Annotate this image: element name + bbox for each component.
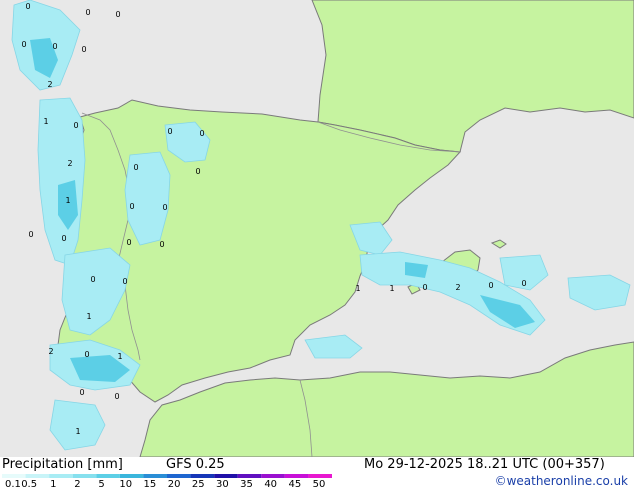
precip-value-label: 0 [79,388,84,397]
precip-value-label: 1 [389,284,394,293]
legend-swatch [261,474,285,478]
legend-label: 30 [216,479,229,488]
legend-swatch [214,474,238,478]
precip-value-label: 2 [455,283,460,292]
precip-value-label: 0 [521,279,526,288]
legend-swatch [119,474,144,478]
precip-value-label: 1 [86,312,91,321]
legend-swatch [2,474,26,478]
legend-swatch [49,474,73,478]
precip-value-label: 0 [81,45,86,54]
precip-value-label: 2 [67,159,72,168]
legend-label: 45 [288,479,301,488]
precip-value-label: 1 [75,427,80,436]
legend-swatch [284,474,309,478]
precip-value-label: 0 [167,127,172,136]
precip-value-label: 0 [122,277,127,286]
legend-swatch [167,474,191,478]
map-footer: Precipitation [mm] GFS 0.25 Mo 29-12-202… [0,457,634,490]
precip-value-label: 1 [355,284,360,293]
precip-value-label: 0 [115,10,120,19]
precip-value-label: 0 [21,40,26,49]
legend-label: 35 [240,479,253,488]
legend-swatch [237,474,262,478]
legend-label: 25 [192,479,205,488]
forecast-datetime: Mo 29-12-2025 18..21 UTC (00+357) [364,457,605,472]
legend-color-scale: 0.1 0.5 1 2 5 10 15 20 25 30 35 40 45 50 [2,474,332,488]
legend-label: 5 [98,479,104,488]
legend-swatch [96,474,120,478]
precip-value-label: 0 [28,230,33,239]
credit-link[interactable]: ©weatheronline.co.uk [495,474,628,488]
precip-value-label: 1 [65,196,70,205]
legend-swatch [143,474,167,478]
legend-label: 50 [313,479,326,488]
precip-value-label: 0 [25,2,30,11]
precip-value-label: 0 [129,202,134,211]
precip-value-labels: 0 0 0 0 0 2 0 1 0 2 1 0 0 0 0 0 0 0 0 0 0 0 0 1 2 0 1 0 0 1 1 1 0 2 0 0 [21,2,526,436]
precip-value-label: 0 [61,234,66,243]
precip-value-label: 2 [48,347,53,356]
precip-value-label: 0 [84,350,89,359]
precip-value-label: 0 [422,283,427,292]
legend-label: 0.5 [21,479,37,488]
precip-value-label: 2 [47,80,52,89]
legend-swatch [190,474,215,478]
model-name: GFS 0.25 [166,457,225,472]
precip-value-label: 0 [162,203,167,212]
precip-value-label: 0 [126,238,131,247]
legend-swatch [25,474,50,478]
precip-value-label: 0 [133,163,138,172]
legend-label: 1 [50,479,56,488]
map-title: Precipitation [mm] [2,457,123,472]
legend-label: 0.1 [5,479,21,488]
precip-value-label: 0 [73,121,78,130]
legend-label: 40 [264,479,277,488]
precip-value-label: 0 [199,129,204,138]
precip-value-label: 0 [114,392,119,401]
precip-value-label: 0 [90,275,95,284]
precip-value-label: 0 [52,42,57,51]
precip-value-label: 0 [85,8,90,17]
precip-value-label: 1 [117,352,122,361]
precip-value-label: 1 [43,117,48,126]
precip-value-label: 0 [195,167,200,176]
precip-value-label: 0 [159,240,164,249]
legend-label: 20 [168,479,181,488]
legend-label: 10 [119,479,132,488]
precip-value-label: 0 [488,281,493,290]
legend-swatch [72,474,97,478]
legend-label: 2 [74,479,80,488]
legend-label: 15 [144,479,157,488]
